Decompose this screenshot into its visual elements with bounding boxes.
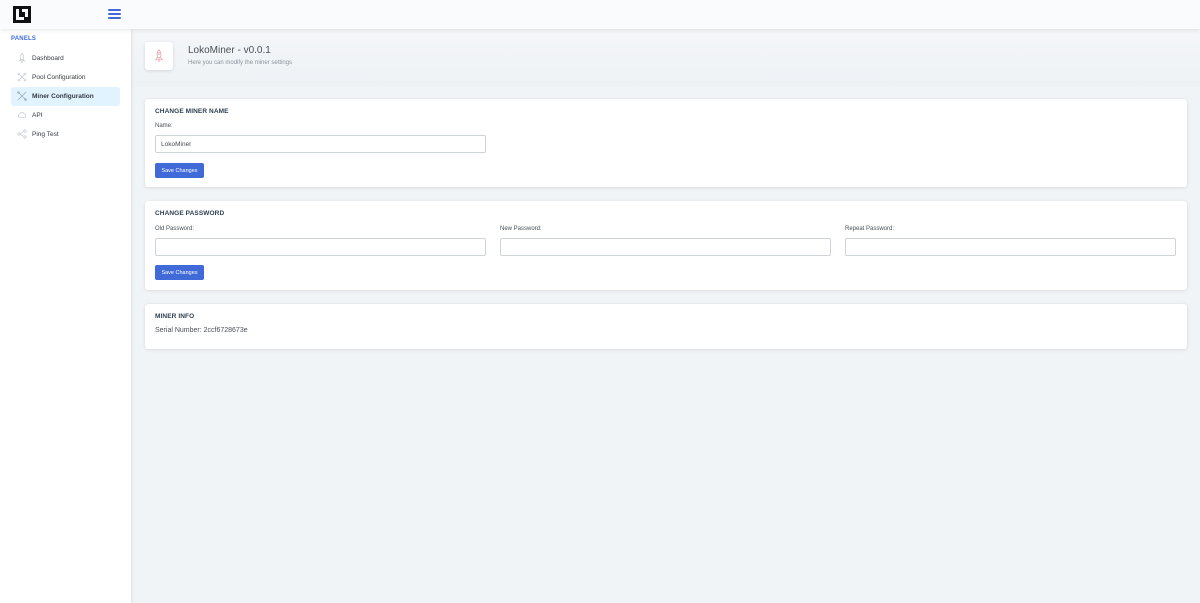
sidebar-item-label: Dashboard [32, 55, 64, 62]
sidebar-item-label: Miner Configuration [32, 93, 94, 100]
card-title: CHANGE MINER NAME [155, 108, 229, 115]
miner-info-card: MINER INFO Serial Number: 2ccf6728673e [145, 304, 1187, 349]
page-title: LokoMiner - v0.0.1 [188, 45, 271, 56]
change-password-card: CHANGE PASSWORD Old Password: New Passwo… [145, 201, 1187, 290]
sidebar: PANELS Dashboard Pool Configuration Mine… [0, 29, 131, 603]
sidebar-item-ping-test[interactable]: Ping Test [11, 125, 120, 144]
change-miner-name-card: CHANGE MINER NAME Name: Save Changes [145, 99, 1187, 187]
new-password-label: New Password: [500, 226, 542, 232]
sidebar-item-miner-configuration[interactable]: Miner Configuration [11, 87, 120, 106]
cloud-icon [17, 110, 27, 120]
new-password-input[interactable] [500, 238, 831, 256]
save-password-button[interactable]: Save Changes [155, 265, 204, 280]
repeat-password-input[interactable] [845, 238, 1176, 256]
share-icon [17, 129, 27, 139]
tools-icon [17, 91, 27, 101]
sidebar-item-label: Ping Test [32, 131, 59, 138]
page-title-area: LokoMiner - v0.0.1 Here you can modify t… [131, 29, 1200, 87]
serial-number-text: Serial Number: 2ccf6728673e [155, 327, 248, 334]
old-password-label: Old Password: [155, 226, 195, 232]
top-header [0, 0, 1200, 29]
page-subtitle: Here you can modify the miner settings [188, 60, 293, 66]
sidebar-heading: PANELS [11, 36, 37, 42]
old-password-input[interactable] [155, 238, 486, 256]
sidebar-item-api[interactable]: API [11, 106, 120, 125]
logo-icon[interactable] [13, 6, 31, 23]
rocket-icon [17, 53, 27, 64]
card-title: MINER INFO [155, 313, 195, 320]
sidebar-item-pool-configuration[interactable]: Pool Configuration [11, 68, 120, 87]
repeat-password-label: Repeat Password: [845, 226, 895, 232]
hamburger-menu-icon[interactable] [108, 9, 121, 19]
rocket-icon [154, 49, 164, 62]
save-miner-name-button[interactable]: Save Changes [155, 163, 204, 178]
card-title: CHANGE PASSWORD [155, 210, 225, 217]
sidebar-item-dashboard[interactable]: Dashboard [11, 49, 120, 68]
page-icon-box [145, 42, 173, 70]
name-label: Name: [155, 123, 173, 129]
sidebar-item-label: API [32, 112, 43, 119]
miner-name-input[interactable] [155, 135, 486, 153]
sidebar-item-label: Pool Configuration [32, 74, 86, 81]
network-icon [17, 72, 27, 82]
